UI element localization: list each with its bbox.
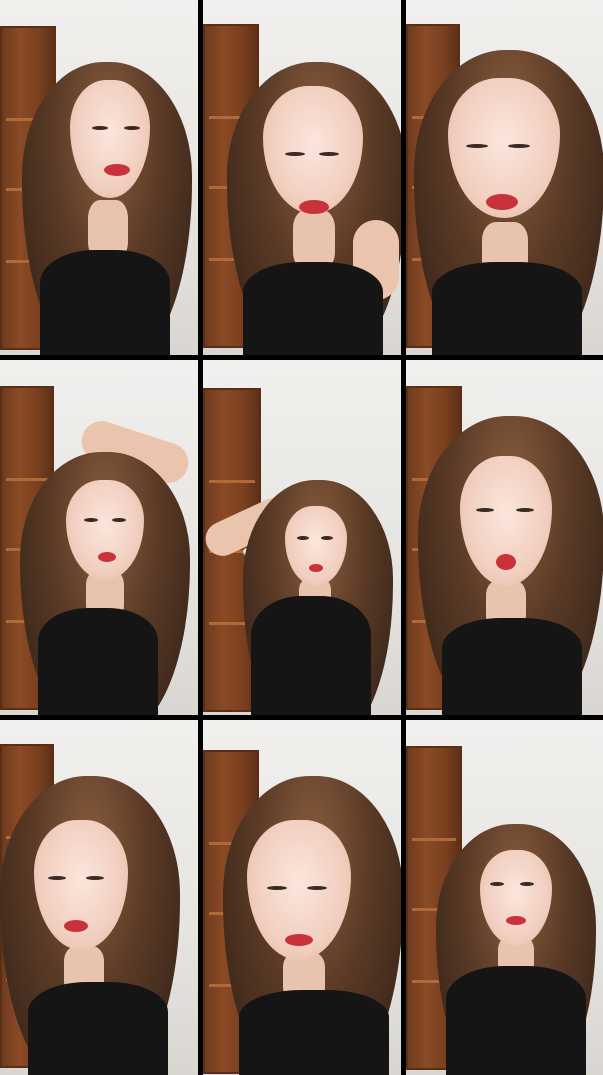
woman-portrait: [203, 0, 401, 355]
photo-tile-3: [406, 0, 603, 355]
woman-portrait: [0, 360, 198, 715]
photo-tile-7: [0, 720, 198, 1075]
photo-tile-2: [203, 0, 401, 355]
woman-portrait: [0, 720, 198, 1075]
photo-tile-8: [203, 720, 401, 1075]
woman-portrait: [203, 720, 401, 1075]
woman-portrait: [0, 0, 198, 355]
photo-tile-9: [406, 720, 603, 1075]
photo-tile-5: [203, 360, 401, 715]
woman-portrait: [203, 360, 401, 715]
collage-grid: [0, 0, 603, 1075]
photo-tile-4: [0, 360, 198, 715]
photo-collage: [0, 0, 603, 1075]
photo-tile-6: [406, 360, 603, 715]
woman-portrait: [406, 720, 603, 1075]
woman-portrait: [406, 360, 603, 715]
woman-portrait: [406, 0, 603, 355]
photo-tile-1: [0, 0, 198, 355]
